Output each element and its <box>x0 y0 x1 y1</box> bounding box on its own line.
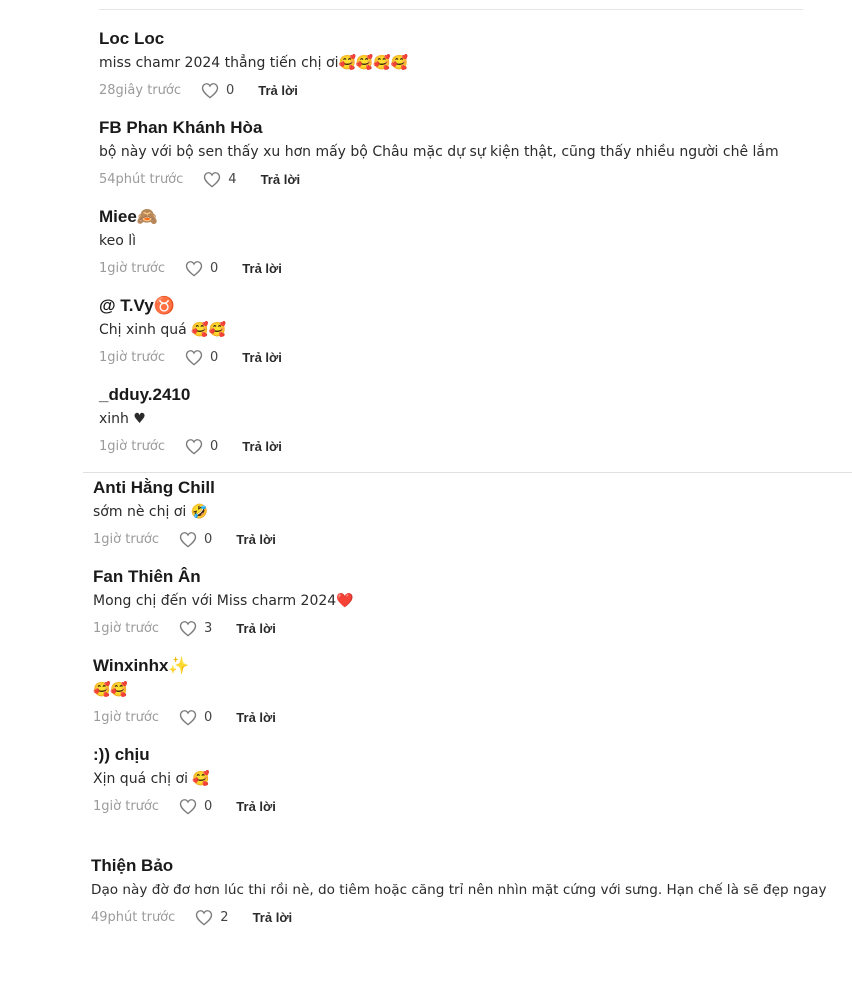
comment-time: 1giờ trước <box>93 798 160 814</box>
reply-button[interactable]: Trả lời <box>258 83 298 98</box>
comment-author[interactable]: :)) chịu <box>93 743 276 767</box>
like-button[interactable]: 0 <box>179 531 212 548</box>
reply-button[interactable]: Trả lời <box>242 350 282 365</box>
like-count: 0 <box>225 82 235 98</box>
comment-text: keo lì <box>99 233 137 249</box>
comment-meta: 1giờ trước 0 Trả lời <box>93 527 276 551</box>
comment-text: xinh ♥ <box>99 411 146 427</box>
like-count: 0 <box>204 531 213 547</box>
comment-item: @ T.Vy♉ Chị xinh quá 🥰🥰 1giờ trước 0 Trả… <box>99 294 282 369</box>
comment-text: sớm nè chị ơi 🤣 <box>93 504 209 520</box>
reply-button[interactable]: Trả lời <box>242 261 282 276</box>
like-button[interactable]: 4 <box>203 171 237 188</box>
reply-button[interactable]: Trả lời <box>261 172 301 187</box>
like-count: 4 <box>228 171 237 187</box>
comment-meta: 54phút trước 4 Trả lời <box>99 167 779 191</box>
heart-outline-icon <box>185 349 203 365</box>
reply-button[interactable]: Trả lời <box>253 910 293 925</box>
comment-author[interactable]: Fan Thiên Ân <box>93 565 354 589</box>
like-button[interactable]: 2 <box>195 909 229 926</box>
heart-outline-icon <box>201 82 219 98</box>
comment-item: :)) chịu Xịn quá chị ơi 🥰 1giờ trước 0 T… <box>93 743 276 818</box>
comment-meta: 1giờ trước 0 Trả lời <box>99 434 282 458</box>
comment-meta: 1giờ trước 0 Trả lời <box>99 256 282 280</box>
comment-item: Thiện Bảo Dạo này đờ đơ hơn lúc thi rồi … <box>91 854 827 929</box>
comment-text: Mong chị đến với Miss charm 2024❤️ <box>93 593 354 609</box>
thread-divider <box>83 472 852 473</box>
comment-author[interactable]: Thiện Bảo <box>91 854 827 878</box>
like-count: 3 <box>204 620 213 636</box>
comment-author[interactable]: _dduy.2410 <box>99 383 282 407</box>
comment-author[interactable]: Loc Loc <box>99 27 408 51</box>
like-button[interactable]: 0 <box>185 438 218 455</box>
reply-button[interactable]: Trả lời <box>242 439 282 454</box>
comment-text: bộ này với bộ sen thấy xu hơn mấy bộ Châ… <box>99 144 779 160</box>
like-button[interactable]: 3 <box>179 620 212 637</box>
comment-time: 1giờ trước <box>93 531 160 547</box>
comment-author[interactable]: @ T.Vy♉ <box>99 294 282 318</box>
like-button[interactable]: 0 <box>179 709 212 726</box>
like-count: 0 <box>210 349 219 365</box>
comment-item: Miee🙈 keo lì 1giờ trước 0 Trả lời <box>99 205 282 280</box>
comment-time: 1giờ trước <box>99 438 166 454</box>
reply-button[interactable]: Trả lời <box>236 710 276 725</box>
reply-button[interactable]: Trả lời <box>236 799 276 814</box>
comment-item: _dduy.2410 xinh ♥ 1giờ trước 0 Trả lời <box>99 383 282 458</box>
comment-author[interactable]: FB Phan Khánh Hòa <box>99 116 779 140</box>
top-divider <box>99 9 803 10</box>
comment-item: Fan Thiên Ân Mong chị đến với Miss charm… <box>93 565 354 640</box>
comment-meta: 1giờ trước 0 Trả lời <box>99 345 282 369</box>
comment-text: Xịn quá chị ơi 🥰 <box>93 771 210 787</box>
heart-outline-icon <box>179 620 197 636</box>
comment-author[interactable]: Miee🙈 <box>99 205 282 229</box>
like-count: 2 <box>220 909 229 925</box>
heart-outline-icon <box>179 798 197 814</box>
comment-meta: 49phút trước 2 Trả lời <box>91 905 827 929</box>
comment-meta: 1giờ trước 0 Trả lời <box>93 705 276 729</box>
comment-time: 49phút trước <box>91 909 176 925</box>
like-count: 0 <box>204 798 213 814</box>
reply-button[interactable]: Trả lời <box>236 532 276 547</box>
like-count: 0 <box>210 438 219 454</box>
comment-author[interactable]: Anti Hằng Chill <box>93 476 276 500</box>
like-button[interactable]: 0 <box>179 798 212 815</box>
comment-time: 54phút trước <box>99 171 184 187</box>
comment-time: 28giây trước <box>99 82 181 98</box>
comment-text: miss chamr 2024 thẳng tiến chị ơi🥰🥰🥰🥰 <box>99 55 409 71</box>
like-count: 0 <box>204 709 213 725</box>
heart-outline-icon <box>179 531 197 547</box>
heart-outline-icon <box>185 438 203 454</box>
like-button[interactable]: 0 <box>185 260 218 277</box>
heart-outline-icon <box>204 171 221 187</box>
like-count: 0 <box>210 260 219 276</box>
comment-time: 1giờ trước <box>99 260 166 276</box>
like-button[interactable]: 0 <box>185 349 218 366</box>
comment-time: 1giờ trước <box>99 349 166 365</box>
comment-time: 1giờ trước <box>93 709 160 725</box>
comment-time: 1giờ trước <box>93 620 160 636</box>
like-button[interactable]: 0 <box>201 82 234 99</box>
comment-meta: 1giờ trước 3 Trả lời <box>93 616 354 640</box>
comment-text: 🥰🥰 <box>93 682 128 698</box>
heart-outline-icon <box>185 260 203 276</box>
comment-meta: 1giờ trước 0 Trả lời <box>93 794 276 818</box>
comment-item: FB Phan Khánh Hòa bộ này với bộ sen thấy… <box>99 116 779 191</box>
comment-text: Chị xinh quá 🥰🥰 <box>99 322 227 338</box>
comment-author[interactable]: Winxinhx✨ <box>93 654 276 678</box>
comment-text: Dạo này đờ đơ hơn lúc thi rồi nè, do tiê… <box>91 882 827 898</box>
comment-item: Anti Hằng Chill sớm nè chị ơi 🤣 1giờ trư… <box>93 476 276 551</box>
heart-outline-icon <box>179 709 197 725</box>
comment-meta: 28giây trước 0 Trả lời <box>99 78 408 102</box>
comment-item: Winxinhx✨ 🥰🥰 1giờ trước 0 Trả lời <box>93 654 276 729</box>
heart-outline-icon <box>196 909 213 925</box>
comment-item: Loc Loc miss chamr 2024 thẳng tiến chị ơ… <box>99 27 408 102</box>
reply-button[interactable]: Trả lời <box>236 621 276 636</box>
